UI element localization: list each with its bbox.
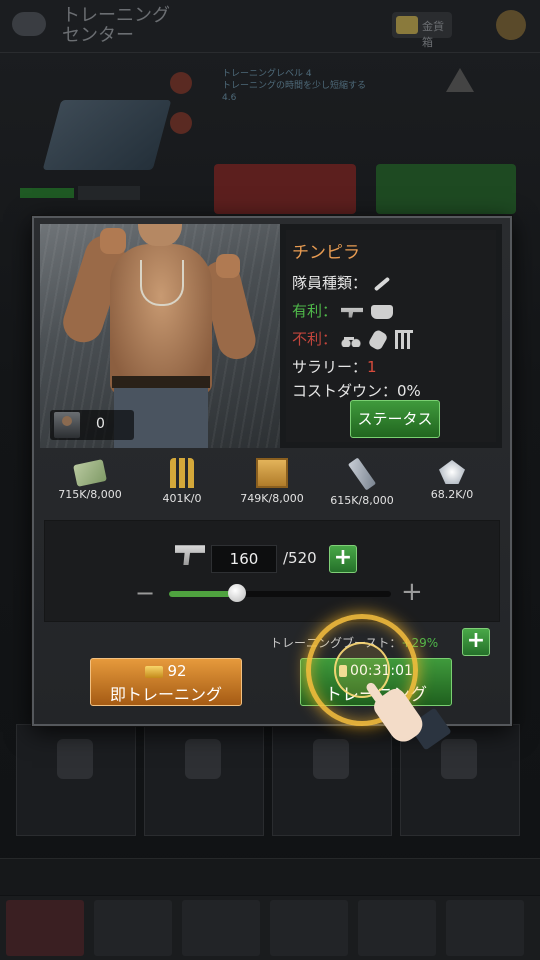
nav-tab [446,900,524,956]
background-red-button [214,164,356,214]
cash-icon [73,459,107,487]
motorcycle-icon [341,332,362,347]
disadvantage-row: 不利： [292,328,417,351]
unit-portrait: 0 [40,224,280,448]
instant-training-label: 即トレーニング [109,685,222,704]
unit-type-row: 隊員種類： [292,272,397,293]
instant-cost-value: 92 [167,662,187,680]
rifle-icon [341,307,364,318]
resource-value: 715K/8,000 [58,488,122,501]
unit-type-label: 隊員種類： [292,274,368,292]
instant-training-button[interactable]: 92 即トレーニング [90,658,242,706]
disadvantage-label: 不利： [292,330,338,348]
level-bar [20,188,74,198]
slider-fill [169,591,238,597]
training-dialog: 0 チンピラ 隊員種類： 有利： 不利： サラリー：1 コストダウン：0% ステ… [32,216,512,726]
advantage-row: 有利： [292,300,397,321]
knife-icon [373,276,391,291]
tutorial-tap-indicator [334,642,390,698]
lock-icon [185,739,221,779]
vehicle-icon [371,304,394,319]
info-badge-icon [170,72,192,94]
ammo-icon [170,458,194,488]
quantity-max-plus-button[interactable]: + [329,545,357,573]
unit-name: チンピラ [292,243,360,263]
gold-icon [145,665,164,678]
owned-unit-count: 0 [50,410,134,440]
unit-info-box: チンピラ 隊員種類： 有利： 不利： サラリー：1 コストダウン：0% ステータ… [286,230,496,442]
resource-requirements: 715K/8,000 401K/0 749K/8,000 615K/8,000 … [44,456,500,512]
resource-diamond: 68.2K/0 [406,456,498,512]
bottom-nav [0,896,540,960]
unit-panel: 0 チンピラ 隊員種類： 有利： 不利： サラリー：1 コストダウン：0% ステ… [40,224,502,448]
status-button[interactable]: ステータス [350,400,440,438]
salary-value: 1 [367,358,377,376]
slider-thumb[interactable] [228,584,247,602]
nav-tab [6,900,84,956]
boost-badge-icon [170,112,192,134]
locked-slot [272,724,392,836]
salary-row: サラリー：1 [292,356,377,377]
nav-tab [182,900,260,956]
crate-icon [256,458,288,488]
background-green-button [376,164,516,214]
building-info-text: トレーニングレベル 4 トレーニングの時間を少し短縮する 4.6 [222,69,367,103]
decrease-button[interactable]: − [135,579,155,607]
nav-tab [358,900,436,956]
owned-count-value: 0 [96,416,105,432]
diamond-icon [439,460,465,484]
quantity-input[interactable]: 160 [211,545,277,573]
locked-unit-slots [16,724,526,836]
menu-icon [496,10,526,40]
increase-button[interactable]: + [401,577,423,607]
advantage-label: 有利： [292,302,338,320]
locked-slot [16,724,136,836]
gold-chest-chip: 金貨箱 [392,12,452,49]
nav-tab [270,900,348,956]
resource-value: 615K/8,000 [330,494,394,507]
chest-icon [396,16,418,34]
back-icon [12,12,46,36]
fortification-icon [395,330,414,349]
chest-label: 金貨箱 [422,20,444,49]
boost-plus-button[interactable]: + [462,628,490,656]
resource-steel: 615K/8,000 [316,456,408,512]
lock-icon [313,739,349,779]
locked-slot [144,724,264,836]
resource-value: 68.2K/0 [430,488,474,501]
nav-tab [94,900,172,956]
training-building-image [42,100,172,170]
salary-label: サラリー： [292,358,368,376]
lock-icon [441,739,477,779]
pistol-icon [175,545,205,565]
steel-icon [347,457,377,491]
instant-cost: 92 [91,662,241,680]
screen-title: トレーニング センター [62,5,170,46]
lock-icon [57,739,93,779]
resource-value: 749K/8,000 [240,492,304,505]
quantity-max: /520 [283,549,317,567]
resource-value: 401K/0 [162,492,202,505]
warning-icon [446,68,474,92]
grenade-icon [367,328,389,351]
resource-ammo: 401K/0 [136,456,228,512]
news-ticker [0,858,540,895]
resource-crate: 749K/8,000 [226,456,318,512]
unit-avatar-icon [54,412,80,438]
quantity-panel: 160 /520 + − + [44,520,500,622]
quantity-slider[interactable] [169,584,391,602]
resource-cash: 715K/8,000 [44,456,136,512]
top-bar: トレーニング センター 金貨箱 [0,0,540,53]
cost-down-row: コストダウン：0% [292,382,421,400]
level-box [78,186,140,200]
